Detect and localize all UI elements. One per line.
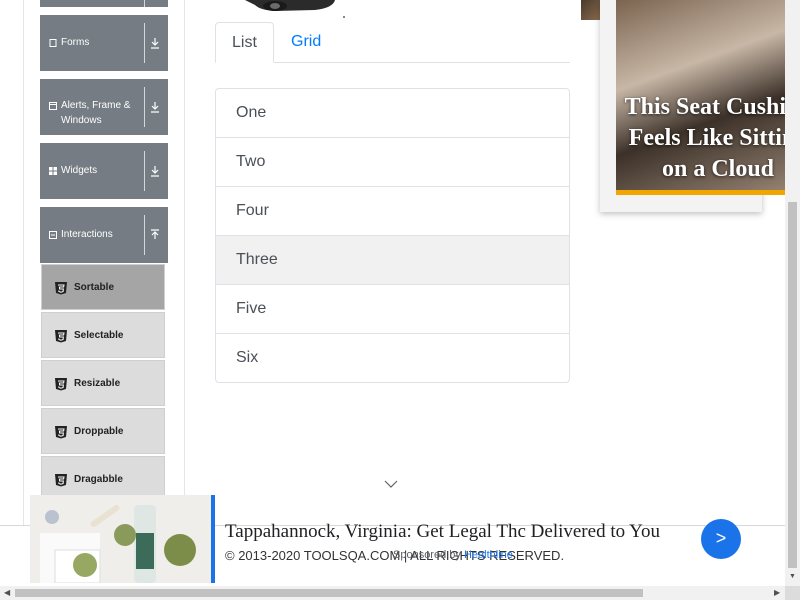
scroll-down-arrow-icon[interactable]: ▼ — [789, 573, 796, 580]
form-icon — [49, 39, 57, 47]
html5-icon — [55, 426, 67, 439]
group-separator — [144, 215, 145, 255]
horizontal-scroll-thumb[interactable] — [15, 589, 643, 597]
banner-car-image — [245, 0, 345, 18]
list-item[interactable]: Four — [216, 187, 569, 236]
scroll-left-arrow-icon[interactable]: ◀ — [4, 588, 10, 597]
ad-edge-image — [581, 0, 601, 20]
sortable-list: One Two Four Three Five Six — [215, 88, 570, 383]
group-separator — [144, 23, 145, 63]
scrollbar-corner — [785, 586, 800, 600]
sponsored-label[interactable]: Sponsored by Healthline — [393, 549, 513, 561]
sidebar-item-label: Dragabble — [74, 474, 123, 485]
group-separator — [144, 151, 145, 191]
sidebar-group-label: Alerts, Frame & Windows — [61, 100, 131, 126]
window-icon — [49, 102, 57, 110]
sidebar-group-interactions[interactable]: Interactions — [40, 207, 168, 263]
download-icon[interactable] — [147, 100, 163, 114]
list-item[interactable]: One — [216, 89, 569, 138]
tab-bar: List Grid — [215, 22, 570, 63]
sponsored-prefix: Sponsored by — [393, 549, 461, 561]
html5-icon — [55, 330, 67, 343]
download-icon[interactable] — [147, 164, 163, 178]
sidebar-item-selectable[interactable]: Selectable — [41, 312, 165, 358]
list-item[interactable]: Five — [216, 285, 569, 334]
right-ad-headline[interactable]: This Seat Cushion Feels Like Sitting on … — [618, 92, 800, 185]
bottom-ad-headline[interactable]: Tappahannock, Virginia: Get Legal Thc De… — [225, 521, 660, 543]
group-separator — [144, 0, 145, 7]
sidebar-group-label: Widgets — [61, 165, 98, 176]
sidebar-item-label: Droppable — [74, 426, 124, 437]
html5-icon — [55, 378, 67, 391]
vertical-scroll-thumb[interactable] — [788, 202, 797, 568]
sidebar-group-alerts[interactable]: Alerts, Frame & Windows — [40, 79, 168, 135]
bottom-ad-accent-bar — [211, 495, 215, 583]
page: Forms Alerts, Frame & Windows Widgets In… — [0, 0, 800, 600]
list-item-hovered[interactable]: Three — [216, 236, 569, 285]
group-separator — [144, 87, 145, 127]
vertical-scrollbar[interactable]: ▼ — [785, 0, 800, 586]
tab-list[interactable]: List — [215, 22, 274, 63]
download-icon[interactable] — [147, 36, 163, 50]
sidebar-group-label: Forms — [61, 37, 90, 48]
tab-grid[interactable]: Grid — [275, 22, 337, 63]
sidebar-group-partial[interactable] — [40, 0, 168, 7]
sidebar-item-label: Sortable — [74, 282, 115, 293]
sidebar-item-resizable[interactable]: Resizable — [41, 360, 165, 406]
horizontal-scrollbar[interactable]: ◀ ▶ — [0, 586, 785, 600]
sidebar-item-droppable[interactable]: Droppable — [41, 408, 165, 454]
scroll-right-arrow-icon[interactable]: ▶ — [774, 588, 780, 597]
ad-next-button[interactable]: > — [701, 519, 741, 559]
bottom-ad[interactable]: Tappahannock, Virginia: Get Legal Thc De… — [30, 495, 785, 583]
sidebar-group-label: Interactions — [61, 229, 113, 240]
list-item[interactable]: Two — [216, 138, 569, 187]
sidebar-group-widgets[interactable]: Widgets — [40, 143, 168, 199]
interactions-icon — [49, 231, 57, 239]
sponsored-brand[interactable]: Healthline — [464, 549, 513, 561]
widgets-icon — [49, 167, 57, 175]
bottom-ad-image[interactable] — [30, 495, 211, 583]
upload-icon[interactable] — [147, 228, 163, 242]
html5-icon — [55, 282, 67, 295]
sidebar-item-sortable[interactable]: Sortable — [41, 264, 165, 310]
sidebar-group-forms[interactable]: Forms — [40, 15, 168, 71]
list-item[interactable]: Six — [216, 334, 569, 382]
html5-icon — [55, 474, 67, 487]
sidebar-item-label: Selectable — [74, 330, 124, 341]
sidebar-item-label: Resizable — [74, 378, 121, 389]
chevron-down-icon[interactable] — [384, 480, 398, 488]
